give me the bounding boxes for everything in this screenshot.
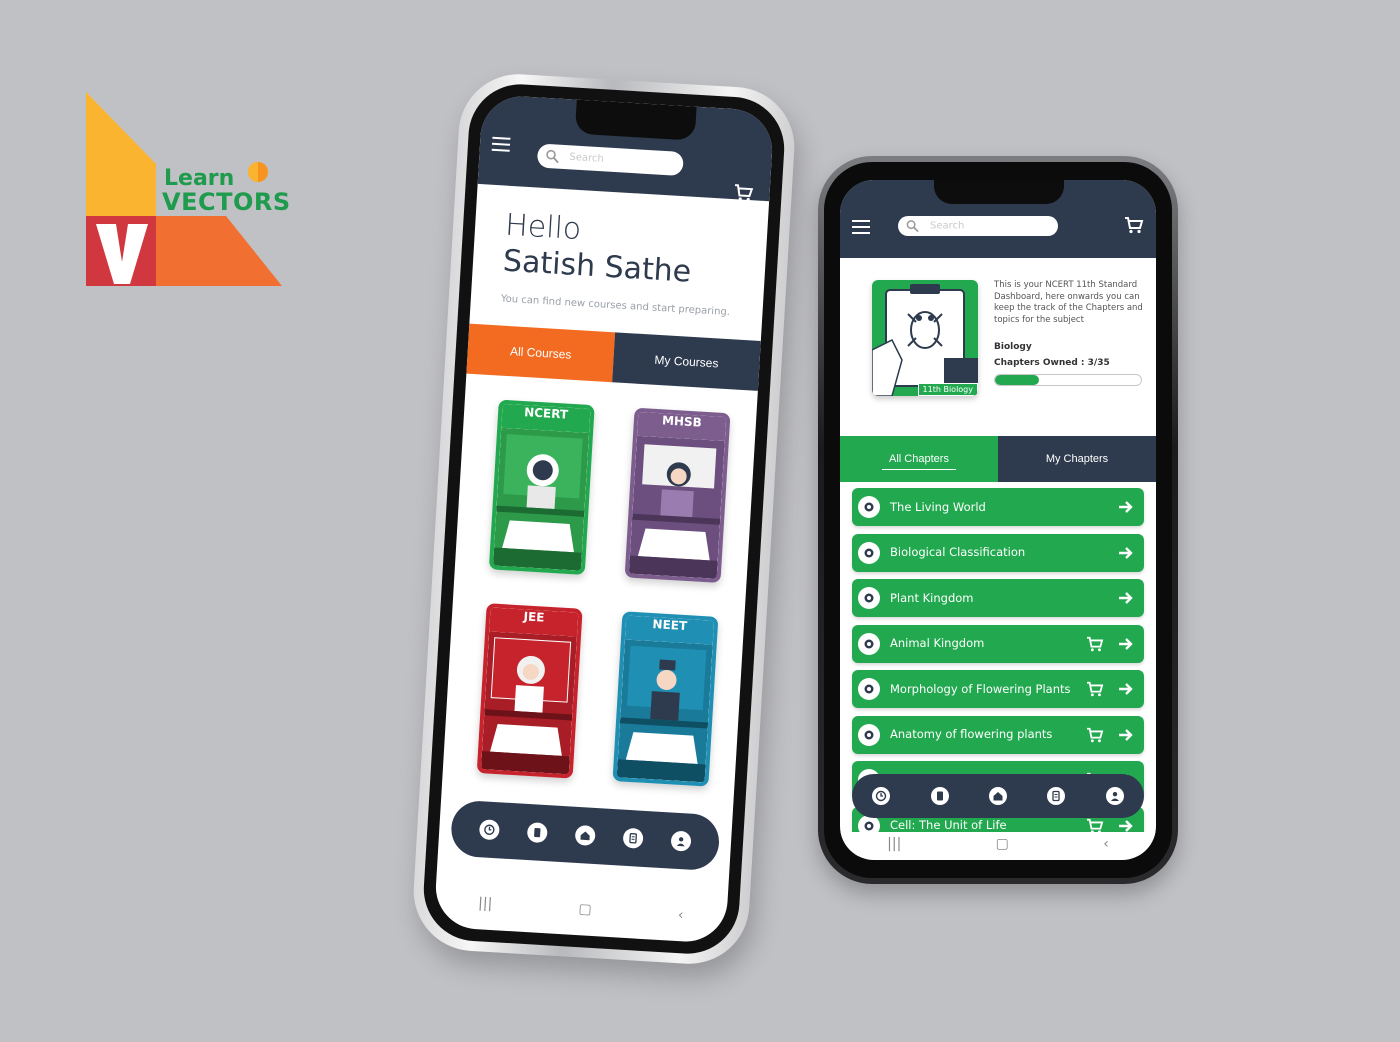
profile-icon[interactable]	[1105, 787, 1124, 805]
greeting-subtitle: You can find new courses and start prepa…	[500, 293, 731, 319]
menu-icon[interactable]	[491, 136, 511, 156]
chapter-name: Morphology of Flowering Plants	[890, 681, 1071, 696]
subject-card[interactable]: 11th Biology	[872, 280, 978, 396]
cart-icon[interactable]	[1124, 216, 1144, 234]
search-placeholder: Search	[930, 220, 965, 232]
chapter-item[interactable]: Plant Kingdom	[852, 579, 1144, 617]
home-icon[interactable]	[988, 787, 1007, 805]
chapter-icon	[858, 587, 880, 609]
course-card-ncert[interactable]: NCERT	[488, 399, 595, 575]
course-card-mhsb[interactable]: MHSB	[624, 407, 731, 584]
course-tabs: All Courses My Courses	[466, 323, 761, 391]
arrow-right-icon[interactable]	[1118, 500, 1134, 514]
chapter-item[interactable]: Biological Classification	[852, 533, 1144, 572]
chapter-name: Biological Classification	[890, 545, 1026, 559]
search-placeholder: Search	[569, 151, 605, 165]
chapter-item[interactable]: Animal Kingdom	[852, 624, 1144, 663]
profile-icon[interactable]	[670, 830, 692, 852]
course-card-neet[interactable]: NEET	[612, 611, 719, 787]
history-icon[interactable]	[872, 787, 891, 805]
list-icon[interactable]	[1047, 787, 1066, 805]
search-input[interactable]: Search	[536, 143, 684, 177]
subject-tag: 11th Biology	[917, 383, 978, 396]
chapter-tabs: All Chapters My Chapters	[840, 436, 1156, 482]
courses-screen: Search Hello Satish Sathe You can find n…	[433, 94, 775, 944]
add-to-cart-icon[interactable]	[1086, 727, 1104, 743]
tab-all-chapters[interactable]: All Chapters	[840, 436, 998, 482]
bottom-nav	[852, 774, 1144, 818]
search-icon	[546, 149, 559, 164]
notch	[934, 180, 1064, 204]
tab-underline	[882, 468, 956, 470]
chapter-name: Anatomy of flowering plants	[890, 727, 1053, 741]
course-card-jee[interactable]: JEE	[476, 603, 583, 779]
chapter-item[interactable]: Morphology of Flowering Plants	[852, 670, 1144, 708]
logo-vectors-text: VECTORS	[162, 188, 291, 216]
chapter-name: The Living World	[890, 499, 986, 514]
tab-label: All Chapters	[889, 453, 949, 465]
doctor-illustration	[616, 639, 713, 783]
subject-name: Biology	[994, 342, 1032, 352]
notch	[574, 99, 697, 141]
search-input[interactable]: Search	[898, 216, 1058, 236]
progress-fill	[995, 375, 1039, 385]
chapter-item[interactable]: Anatomy of flowering plants	[852, 715, 1144, 754]
home-icon[interactable]	[574, 824, 596, 847]
add-to-cart-icon[interactable]	[1086, 681, 1104, 697]
chapter-icon	[858, 632, 880, 655]
search-icon	[906, 220, 919, 233]
greeting: Hello	[504, 207, 583, 248]
document-icon[interactable]	[526, 822, 548, 844]
system-nav-bar: ||| ▢ ‹	[840, 832, 1156, 856]
back-button[interactable]: ‹	[677, 907, 684, 923]
scientist-illustration	[480, 631, 577, 775]
arrow-right-icon[interactable]	[1118, 728, 1134, 742]
home-button[interactable]: ▢	[996, 836, 1009, 852]
learn-vectors-logo: Learn VECTORS	[86, 92, 290, 288]
chapter-icon	[858, 541, 880, 564]
phone-chapters: Search 11th Biology This is your NCERT 1…	[818, 156, 1178, 884]
cart-icon[interactable]	[733, 183, 754, 202]
home-button[interactable]: ▢	[578, 901, 592, 918]
recents-button[interactable]: |||	[478, 895, 493, 912]
tab-all-courses[interactable]: All Courses	[466, 323, 616, 383]
arrow-right-icon[interactable]	[1118, 819, 1134, 833]
dashboard-description: This is your NCERT 11th Standard Dashboa…	[994, 280, 1143, 325]
phone-courses: Search Hello Satish Sathe You can find n…	[410, 70, 798, 968]
menu-icon[interactable]	[852, 220, 870, 238]
chapters-owned: Chapters Owned : 3/35	[994, 358, 1110, 368]
bottom-nav	[449, 799, 721, 872]
add-to-cart-icon[interactable]	[1086, 636, 1104, 652]
chapter-icon	[858, 723, 880, 746]
tab-my-chapters[interactable]: My Chapters	[998, 436, 1156, 482]
document-icon[interactable]	[930, 787, 949, 805]
recents-button[interactable]: |||	[887, 836, 901, 852]
list-icon[interactable]	[622, 827, 644, 849]
user-name: Satish Sathe	[502, 243, 693, 290]
chapters-screen: Search 11th Biology This is your NCERT 1…	[840, 180, 1156, 860]
back-button[interactable]: ‹	[1103, 836, 1109, 852]
astronaut-illustration	[493, 427, 590, 571]
arrow-right-icon[interactable]	[1118, 682, 1134, 696]
chapter-name: Plant Kingdom	[890, 590, 974, 605]
chapter-icon	[858, 678, 880, 700]
chapters-progress-bar	[994, 374, 1142, 386]
teacher-illustration	[628, 435, 725, 579]
frog-clipboard-illustration	[872, 284, 978, 396]
history-icon[interactable]	[478, 819, 500, 841]
chapter-name: Animal Kingdom	[890, 636, 985, 650]
system-nav-bar: ||| ▢ ‹	[435, 893, 727, 926]
chapter-item[interactable]: The Living World	[852, 488, 1144, 526]
arrow-right-icon[interactable]	[1118, 591, 1134, 605]
tab-my-courses[interactable]: My Courses	[612, 332, 761, 391]
chapter-icon	[858, 496, 880, 518]
chapter-name: Cell: The Unit of Life	[890, 818, 1007, 832]
arrow-right-icon[interactable]	[1118, 637, 1134, 651]
arrow-right-icon[interactable]	[1118, 546, 1134, 560]
